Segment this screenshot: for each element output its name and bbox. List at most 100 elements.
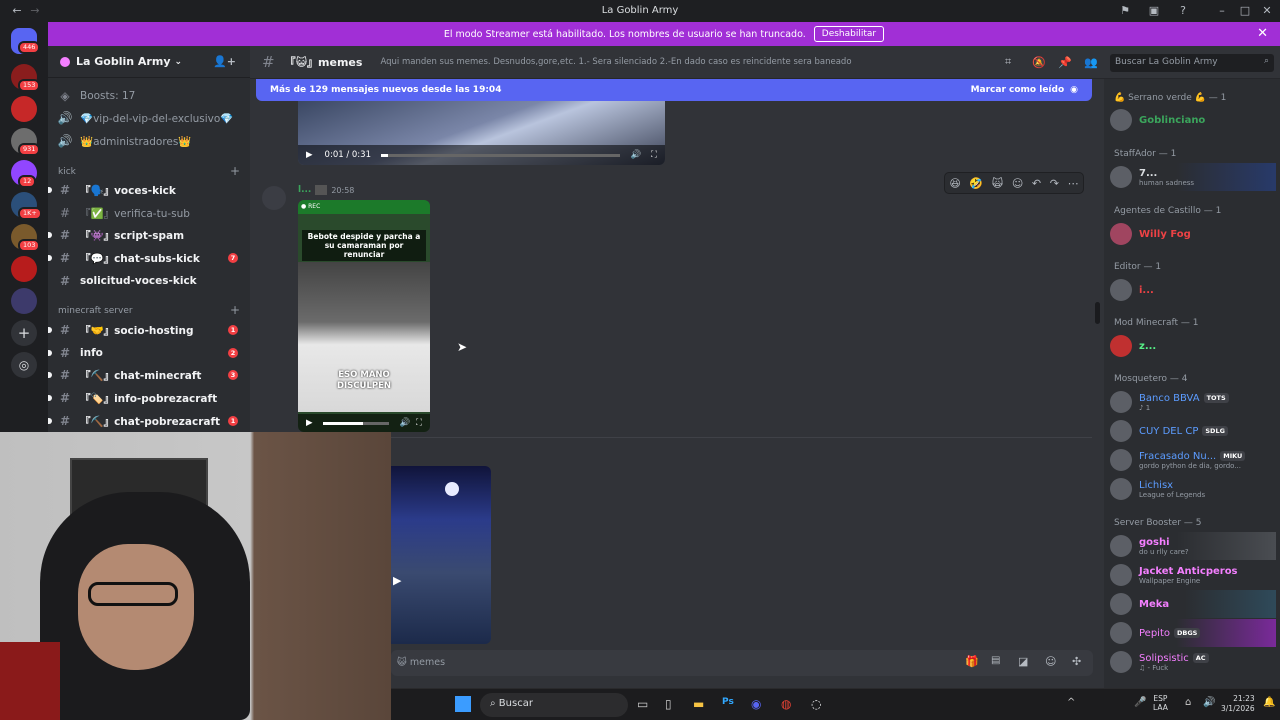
taskbar-search[interactable]: ⌕ Buscar <box>480 693 628 717</box>
message-author[interactable]: l... <box>298 185 311 195</box>
member-item[interactable]: Banco BBVA TOTS ♪ 1 <box>1110 388 1276 416</box>
member-item[interactable]: CUY DEL CP SDLG <box>1110 417 1276 445</box>
category-minecraft[interactable]: minecraft server <box>58 306 133 316</box>
channel-admins[interactable]: 🔊 👑administradores👑 <box>56 131 242 151</box>
close-banner-icon[interactable]: ✕ <box>1257 26 1268 41</box>
network-icon[interactable]: ⌂ <box>1185 697 1191 708</box>
video-player[interactable]: ▶ 0:01 / 0:31 🔊 ⛶ <box>298 101 665 165</box>
play-icon[interactable]: ▶ <box>306 418 313 428</box>
fullscreen-icon[interactable]: ⛶ <box>416 418 422 428</box>
member-item[interactable]: Lichisx League of Legends <box>1110 475 1276 503</box>
member-item[interactable]: Fracasado Nu... MIKU gordo python de dia, … <box>1110 446 1276 474</box>
member-item[interactable]: Goblinciano <box>1110 106 1276 134</box>
search-input[interactable]: Buscar La Goblin Army ⌕ <box>1110 54 1274 72</box>
play-icon[interactable]: ▶ <box>306 150 313 160</box>
channel-info[interactable]: # info 2 <box>48 343 242 363</box>
channel-topic[interactable]: Aqui manden sus memes. Desnudos,gore,etc… <box>380 57 851 67</box>
forward-icon[interactable]: ↷ <box>1050 177 1059 190</box>
play-icon[interactable]: ▶ <box>393 574 401 587</box>
threads-icon[interactable]: ⌗ <box>1005 55 1011 69</box>
message-composer[interactable]: 😺 memes 🎁 ▤ ◪ ☺ ✣ <box>391 650 1093 676</box>
channel-voces-kick[interactable]: # 『🗣️』voces-kick <box>48 180 242 200</box>
sticker-icon[interactable]: ◪ <box>1018 655 1028 668</box>
avatar <box>1110 109 1132 131</box>
windows-start-icon[interactable] <box>455 696 471 712</box>
member-item[interactable]: z... <box>1110 332 1276 360</box>
chrome-icon[interactable]: ◍ <box>781 697 791 711</box>
volume-icon[interactable]: 🔊 <box>630 150 641 160</box>
new-messages-bar[interactable]: Más de 129 mensajes nuevos desde las 19:… <box>256 79 1092 101</box>
mark-read-button[interactable]: Marcar como leído <box>971 85 1065 95</box>
gift-icon[interactable]: 🎁 <box>965 655 979 668</box>
reaction-icon[interactable]: 🤣 <box>969 177 983 190</box>
guild-icon[interactable] <box>11 96 37 122</box>
video-player[interactable]: ▶ <box>391 466 491 644</box>
reply-icon[interactable]: ↶ <box>1032 177 1041 190</box>
apps-icon[interactable]: ✣ <box>1072 655 1081 668</box>
channel-info-pobrezacraft[interactable]: # 『🏷️』info-pobrezacraft <box>48 388 242 408</box>
channel-chat-minecraft[interactable]: # 『⛏️』chat-minecraft 3 <box>48 365 242 385</box>
guild-icon[interactable] <box>11 288 37 314</box>
guild-icon[interactable] <box>11 256 37 282</box>
add-server-icon[interactable]: + <box>11 320 37 346</box>
discover-icon[interactable]: ◎ <box>11 352 37 378</box>
emoji-icon[interactable]: ☺ <box>1045 655 1056 668</box>
chat-scrollbar[interactable] <box>1095 302 1100 324</box>
channel-script-spam[interactable]: # 『👾』script-spam <box>48 225 242 245</box>
avatar <box>1110 564 1132 586</box>
video-progress[interactable] <box>381 153 621 157</box>
channel-vip[interactable]: 🔊 💎vip-del-vip-del-exclusivo💎 <box>56 108 242 128</box>
mute-bell-icon[interactable]: 🔕 <box>1032 56 1046 69</box>
tray-chevron-icon[interactable]: ^ <box>1067 697 1075 708</box>
app-icon[interactable]: ▯ <box>665 697 672 711</box>
member-item[interactable]: goshi do u rlly care? <box>1110 532 1276 560</box>
video-progress[interactable] <box>322 421 390 425</box>
add-channel-icon[interactable]: + <box>230 164 240 178</box>
member-item[interactable]: Solipsistic AC ♫ - Fuck <box>1110 648 1276 676</box>
task-view-icon[interactable]: ▭ <box>637 697 648 711</box>
gif-icon[interactable]: ▤ <box>991 655 1000 666</box>
close-window-icon[interactable]: ✕ <box>1260 4 1274 18</box>
reaction-icon[interactable]: 🙀 <box>992 177 1003 190</box>
notification-icon[interactable]: 🔔 <box>1263 697 1275 708</box>
channel-socio-hosting[interactable]: # 『🤝』socio-hosting 1 <box>48 320 242 340</box>
member-item[interactable]: 7... human sadness <box>1110 163 1276 191</box>
member-item[interactable]: Jacket Anticperos Wallpaper Engine <box>1110 561 1276 589</box>
more-icon[interactable]: ⋯ <box>1068 177 1079 190</box>
screen-icon[interactable]: ▣ <box>1147 4 1161 18</box>
member-item[interactable]: i... <box>1110 276 1276 304</box>
microphone-icon[interactable]: 🎤 <box>1134 697 1146 708</box>
server-header[interactable]: La Goblin Army ⌄ 👤+ <box>48 46 250 78</box>
channel-chat-pobrezacraft[interactable]: # 『⛏️』chat-pobrezacraft 1 <box>48 411 242 431</box>
member-list-icon[interactable]: 👥 <box>1084 56 1098 69</box>
video-player[interactable]: ● REC Bebote despide y parcha a su camar… <box>298 200 430 432</box>
reaction-icon[interactable]: 😆 <box>949 177 960 190</box>
category-kick[interactable]: kick <box>58 167 76 177</box>
avatar[interactable] <box>262 186 286 210</box>
minimize-icon[interactable]: – <box>1215 4 1229 18</box>
language-indicator[interactable]: ESP LAA <box>1153 694 1168 712</box>
help-icon[interactable]: ? <box>1176 4 1190 18</box>
invite-icon[interactable]: 👤+ <box>213 55 236 68</box>
channel-solicitud[interactable]: # solicitud-voces-kick <box>56 271 242 291</box>
disable-streamer-button[interactable]: Deshabilitar <box>813 26 885 42</box>
boosts-item[interactable]: ◈ Boosts: 17 <box>56 86 242 106</box>
app-icon[interactable]: ◌ <box>811 697 821 711</box>
volume-icon[interactable]: 🔊 <box>399 418 410 428</box>
channel-verifica[interactable]: # 『✅』verifica-tu-sub <box>56 203 242 223</box>
member-item[interactable]: Pepito DBGS <box>1110 619 1276 647</box>
fullscreen-icon[interactable]: ⛶ <box>651 150 657 160</box>
pin-icon[interactable]: 📌 <box>1058 56 1072 69</box>
add-channel-icon[interactable]: + <box>230 303 240 317</box>
member-item[interactable]: Willy Fog <box>1110 220 1276 248</box>
inbox-icon[interactable]: ⚑ <box>1118 4 1132 18</box>
folder-icon[interactable]: ▬ <box>693 697 704 711</box>
discord-icon[interactable]: ◉ <box>751 697 761 711</box>
clock[interactable]: 21:23 3/1/2026 <box>1221 694 1255 714</box>
maximize-icon[interactable]: □ <box>1238 4 1252 18</box>
add-reaction-icon[interactable]: ☺ <box>1012 177 1023 190</box>
channel-chat-subs[interactable]: # 『💬』chat-subs-kick 7 <box>48 248 242 268</box>
member-item[interactable]: Meka <box>1110 590 1276 618</box>
volume-icon[interactable]: 🔊 <box>1203 697 1215 708</box>
photoshop-icon[interactable]: Ps <box>722 697 734 707</box>
